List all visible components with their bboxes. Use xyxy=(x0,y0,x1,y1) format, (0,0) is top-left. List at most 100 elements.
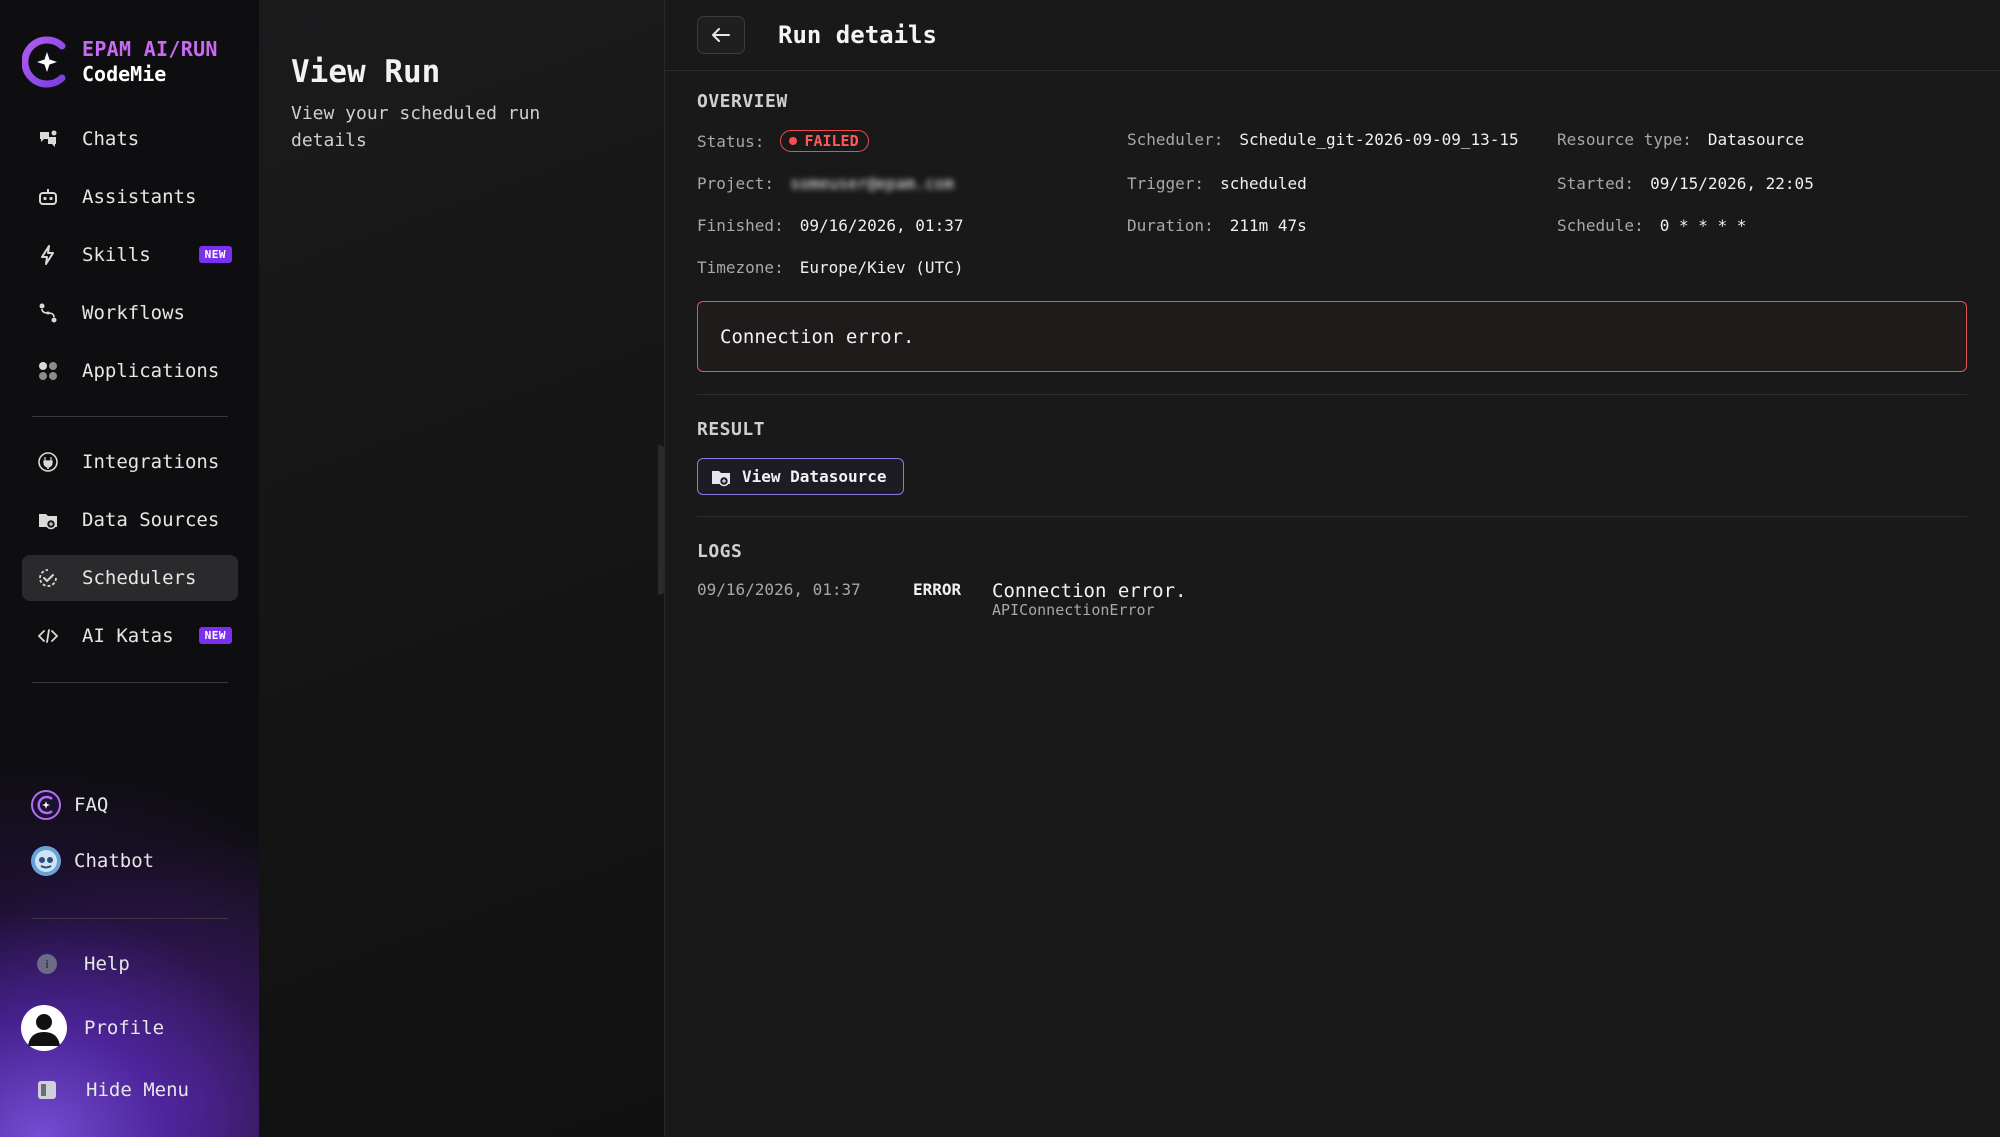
sidebar-item-label: Workflows xyxy=(82,302,185,324)
faq-icon xyxy=(31,790,61,820)
help-link[interactable]: i Help xyxy=(36,953,130,975)
logs-heading: LOGS xyxy=(697,541,743,562)
scheduler-label: Scheduler: xyxy=(1127,130,1224,149)
status-badge: FAILED xyxy=(780,130,869,152)
sidebar-item-label: Chats xyxy=(82,128,140,150)
new-badge: NEW xyxy=(198,627,232,644)
sidebar-divider xyxy=(32,682,228,683)
trigger-field: Trigger: scheduled xyxy=(1127,174,1307,193)
hide-menu-button[interactable]: Hide Menu xyxy=(36,1079,189,1101)
workflow-icon xyxy=(36,301,60,325)
profile-link[interactable]: Profile xyxy=(20,1004,164,1052)
trigger-label: Trigger: xyxy=(1127,174,1205,193)
run-details-panel: Run details OVERVIEW Status: FAILED Sche… xyxy=(665,0,2000,1137)
project-field: Project: someuser@epam.com xyxy=(697,174,954,193)
log-entry: 09/16/2026, 01:37 ERROR Connection error… xyxy=(697,580,1186,618)
duration-field: Duration: 211m 47s xyxy=(1127,216,1307,235)
resource-type-value: Datasource xyxy=(1707,130,1805,149)
plug-icon xyxy=(36,450,60,474)
started-label: Started: xyxy=(1557,174,1635,193)
overview-heading: OVERVIEW xyxy=(697,91,788,112)
project-value: someuser@epam.com xyxy=(790,174,954,193)
error-message-box: Connection error. xyxy=(697,301,1967,372)
info-icon: i xyxy=(37,954,57,974)
schedule-value: 0 * * * * xyxy=(1659,216,1747,235)
scheduler-icon xyxy=(36,566,60,590)
sidebar-item-applications[interactable]: Applications xyxy=(22,348,238,394)
resource-type-field: Resource type: Datasource xyxy=(1557,130,1804,149)
faq-label: FAQ xyxy=(74,794,109,816)
codemie-logo-icon xyxy=(22,36,66,88)
back-button[interactable] xyxy=(697,16,745,54)
log-time: 09/16/2026, 01:37 xyxy=(697,580,861,599)
sidebar-item-assistants[interactable]: Assistants xyxy=(22,174,238,220)
chatbot-link[interactable]: Chatbot xyxy=(30,845,154,877)
hide-menu-label: Hide Menu xyxy=(86,1079,189,1101)
lightning-icon xyxy=(36,243,60,267)
sidebar-item-label: Data Sources xyxy=(82,509,220,531)
section-divider xyxy=(697,516,1967,517)
sidebar-item-data-sources[interactable]: Data Sources xyxy=(22,497,238,543)
help-label: Help xyxy=(84,953,130,975)
detail-side-panel: View Run View your scheduled run details… xyxy=(259,0,686,1137)
view-datasource-label: View Datasource xyxy=(742,467,887,486)
started-field: Started: 09/15/2026, 22:05 xyxy=(1557,174,1814,193)
apps-icon xyxy=(36,359,60,383)
sidebar-divider xyxy=(32,918,228,919)
duration-value: 211m 47s xyxy=(1229,216,1307,235)
avatar xyxy=(21,1005,67,1051)
view-datasource-button[interactable]: View Datasource xyxy=(697,458,904,495)
log-level: ERROR xyxy=(913,580,962,599)
chatbot-avatar-icon xyxy=(31,846,61,876)
log-message: Connection error. xyxy=(992,580,1187,602)
sidebar-item-label: Schedulers xyxy=(82,567,197,589)
status-dot-icon xyxy=(789,137,798,145)
schedule-field: Schedule: 0 * * * * xyxy=(1557,216,1746,235)
schedule-label: Schedule: xyxy=(1557,216,1644,235)
sidebar-item-label: Integrations xyxy=(82,451,220,473)
status-value: FAILED xyxy=(804,132,859,150)
sidebar-item-workflows[interactable]: Workflows xyxy=(22,290,238,336)
status-label: Status: xyxy=(697,131,765,151)
brand-logo[interactable]: EPAM AI/RUN CodeMie xyxy=(22,34,218,90)
arrow-left-icon xyxy=(712,28,730,42)
brand-line1: EPAM AI/RUN xyxy=(82,37,218,61)
chat-icon xyxy=(36,127,60,151)
robot-icon xyxy=(36,185,60,209)
sidebar-item-skills[interactable]: Skills NEW xyxy=(22,232,238,278)
finished-field: Finished: 09/16/2026, 01:37 xyxy=(697,216,963,235)
header-title: Run details xyxy=(778,21,937,49)
finished-value: 09/16/2026, 01:37 xyxy=(799,216,964,235)
sidebar-item-label: Applications xyxy=(82,360,220,382)
sidebar-item-schedulers[interactable]: Schedulers xyxy=(22,555,238,601)
timezone-label: Timezone: xyxy=(697,258,784,277)
status-field: Status: FAILED xyxy=(697,130,869,152)
scheduler-field: Scheduler: Schedule_git-2026-09-09_13-15 xyxy=(1127,130,1519,149)
error-message: Connection error. xyxy=(720,325,915,348)
sidebar-item-label: AI Katas xyxy=(82,625,174,647)
resource-type-label: Resource type: xyxy=(1557,130,1692,149)
faq-link[interactable]: FAQ xyxy=(30,789,108,821)
sidebar-item-integrations[interactable]: Integrations xyxy=(22,439,238,485)
page-subtitle: View your scheduled run details xyxy=(291,103,541,151)
chatbot-label: Chatbot xyxy=(74,850,155,872)
result-heading: RESULT xyxy=(697,419,766,440)
duration-label: Duration: xyxy=(1127,216,1214,235)
datasource-icon xyxy=(36,508,60,532)
sidebar-item-label: Skills xyxy=(82,244,151,266)
sidebar: EPAM AI/RUN CodeMie Chats Assistants Ski… xyxy=(0,0,259,1137)
header: Run details xyxy=(665,0,2000,71)
app-root: EPAM AI/RUN CodeMie Chats Assistants Ski… xyxy=(0,0,2000,1137)
timezone-field: Timezone: Europe/Kiev (UTC) xyxy=(697,258,963,277)
new-badge: NEW xyxy=(198,246,232,263)
sidebar-item-chats[interactable]: Chats xyxy=(22,116,238,162)
section-divider xyxy=(697,394,1967,395)
svg-text:i: i xyxy=(45,958,48,971)
brand-line2: CodeMie xyxy=(82,62,167,86)
timezone-value: Europe/Kiev (UTC) xyxy=(799,258,964,277)
finished-label: Finished: xyxy=(697,216,784,235)
sidebar-toggle-icon xyxy=(38,1081,56,1099)
sidebar-item-ai-katas[interactable]: AI Katas NEW xyxy=(22,613,238,659)
started-value: 09/15/2026, 22:05 xyxy=(1650,174,1814,193)
page-title: View Run xyxy=(291,54,441,90)
